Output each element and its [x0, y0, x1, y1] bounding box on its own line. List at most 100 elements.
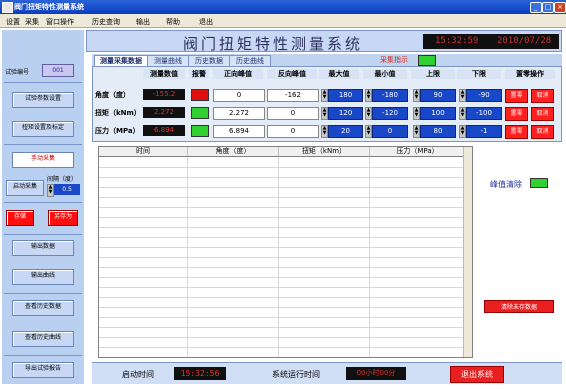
- table-row: [99, 187, 465, 188]
- table-header: 扭矩（kNm）: [279, 147, 370, 157]
- upper-spinner[interactable]: ▲ ▼: [413, 125, 420, 138]
- reverse-peak-value: 0: [267, 125, 319, 138]
- upper-spinner[interactable]: ▲ ▼: [413, 89, 420, 102]
- save-as-button[interactable]: 另存为: [48, 210, 78, 226]
- max-spinner[interactable]: ▲ ▼: [321, 125, 328, 138]
- clear-unsaved-button[interactable]: 清除未存数据: [484, 300, 554, 313]
- min-field[interactable]: -120: [372, 107, 408, 120]
- lower-spinner[interactable]: ▲ ▼: [459, 107, 466, 120]
- cancel-button[interactable]: 取消: [531, 125, 554, 139]
- interval-spinner[interactable]: ▲ ▼: [47, 184, 54, 197]
- lower-spinner[interactable]: ▲ ▼: [459, 125, 466, 138]
- test-no-field[interactable]: 001: [42, 64, 74, 77]
- zero-button[interactable]: 置零: [505, 125, 528, 139]
- min-spinner[interactable]: ▲ ▼: [365, 89, 372, 102]
- forward-peak-value: 0: [213, 89, 265, 102]
- row-label: 角度（度）: [95, 91, 130, 99]
- menu-help[interactable]: 帮助: [166, 17, 180, 27]
- min-field[interactable]: 0: [372, 125, 408, 138]
- runtime-label: 系统运行时间: [272, 370, 320, 379]
- table-row: [99, 217, 465, 218]
- table-row: [99, 207, 465, 208]
- cancel-button[interactable]: 取消: [531, 89, 554, 103]
- menu-window[interactable]: 窗口操作: [46, 17, 74, 27]
- divider: [4, 202, 82, 203]
- max-field[interactable]: 180: [328, 89, 363, 102]
- output-curve-button[interactable]: 输出曲线: [12, 269, 74, 285]
- measurement-grid: 测量数值 报警 正向峰值 反向峰值 最大值 最小值 上限 下限 置零操作 角度（…: [92, 66, 562, 142]
- table-row: [99, 297, 465, 298]
- page-title: 阀门扭矩特性测量系统: [183, 35, 364, 53]
- min-field[interactable]: -180: [372, 89, 408, 102]
- menu-output[interactable]: 输出: [136, 17, 150, 27]
- upper-limit-field[interactable]: 100: [420, 107, 456, 120]
- output-data-button[interactable]: 输出数据: [12, 240, 74, 256]
- lower-spinner[interactable]: ▲ ▼: [459, 89, 466, 102]
- upper-limit-field[interactable]: 90: [420, 89, 456, 102]
- maximize-icon[interactable]: □: [542, 2, 554, 13]
- row-label: 压力（MPa）: [95, 127, 140, 135]
- menu-exit[interactable]: 退出: [199, 17, 213, 27]
- start-collect-button[interactable]: 启动采集: [6, 180, 44, 196]
- export-report-button[interactable]: 导出试验报告: [12, 362, 74, 378]
- minimize-icon[interactable]: _: [530, 2, 542, 13]
- manual-collect-button[interactable]: 手动采集: [12, 152, 74, 168]
- table-row: [99, 227, 465, 228]
- forward-peak-value: 2.272: [213, 107, 265, 120]
- table-row: [99, 177, 465, 178]
- reverse-peak-value: 0: [267, 107, 319, 120]
- table-row: [99, 267, 465, 268]
- view-history-data-button[interactable]: 查看历史数据: [12, 300, 74, 316]
- menu-history[interactable]: 历史查询: [92, 17, 120, 27]
- lower-limit-field[interactable]: -100: [466, 107, 502, 120]
- menu-settings[interactable]: 设置: [6, 17, 20, 27]
- data-table: 时间 角度（度） 扭矩（kNm） 压力（MPa）: [98, 146, 473, 358]
- menu-bar: 设置 采集 窗口操作 历史查询 输出 帮助 退出: [0, 14, 566, 28]
- upper-spinner[interactable]: ▲ ▼: [413, 107, 420, 120]
- min-spinner[interactable]: ▲ ▼: [365, 107, 372, 120]
- view-history-curve-button[interactable]: 查看历史曲线: [12, 331, 74, 347]
- alarm-led: [191, 125, 209, 137]
- start-time-label: 启动时间: [122, 370, 154, 379]
- divider: [4, 234, 82, 235]
- measured-value: -155.2: [143, 89, 185, 100]
- tab-bar: 测量采集数据 测量曲线 历史数据 历史曲线 采集指示: [92, 54, 562, 68]
- table-column-line: [369, 157, 370, 357]
- table-column-line: [278, 157, 279, 357]
- zero-button[interactable]: 置零: [505, 89, 528, 103]
- divider: [4, 293, 82, 294]
- start-time-display: 15:32:56: [174, 367, 226, 380]
- lower-limit-field[interactable]: -1: [466, 125, 502, 138]
- test-no-label: 试验编号: [5, 69, 30, 76]
- cancel-button[interactable]: 取消: [531, 107, 554, 121]
- max-spinner[interactable]: ▲ ▼: [321, 107, 328, 120]
- alarm-led: [191, 107, 209, 119]
- table-column-line: [187, 157, 188, 357]
- zero-button[interactable]: 置零: [505, 107, 528, 121]
- save-button[interactable]: 存储: [6, 210, 34, 226]
- peak-clear-button[interactable]: [530, 178, 548, 188]
- clock-display: 15:32:59 2010/07/28: [423, 34, 559, 49]
- upper-limit-field[interactable]: 80: [420, 125, 456, 138]
- max-spinner[interactable]: ▲ ▼: [321, 89, 328, 102]
- app-icon: [2, 2, 13, 13]
- menu-collect[interactable]: 采集: [25, 17, 39, 27]
- min-spinner[interactable]: ▲ ▼: [365, 125, 372, 138]
- table-scrollbar[interactable]: [463, 147, 472, 357]
- max-field[interactable]: 20: [328, 125, 363, 138]
- table-row: [99, 237, 465, 238]
- header: 阀门扭矩特性测量系统 15:32:59 2010/07/28: [86, 30, 562, 53]
- table-header: 时间: [99, 147, 188, 157]
- torque-sensor-button[interactable]: 扭矩设置及标定: [12, 121, 74, 137]
- max-field[interactable]: 120: [328, 107, 363, 120]
- col-header: 最小值: [363, 69, 407, 79]
- interval-field[interactable]: 0.5: [54, 184, 80, 195]
- window-title: 阀门扭矩特性测量系统: [14, 3, 84, 11]
- lower-limit-field[interactable]: -90: [466, 89, 502, 102]
- table-row: [99, 327, 465, 328]
- col-header: 置零操作: [505, 69, 555, 79]
- exit-button[interactable]: 退出系统: [450, 366, 504, 383]
- close-icon[interactable]: ×: [554, 2, 566, 13]
- measured-value: 2.272: [143, 107, 185, 118]
- test-params-button[interactable]: 试验参数设置: [12, 92, 74, 108]
